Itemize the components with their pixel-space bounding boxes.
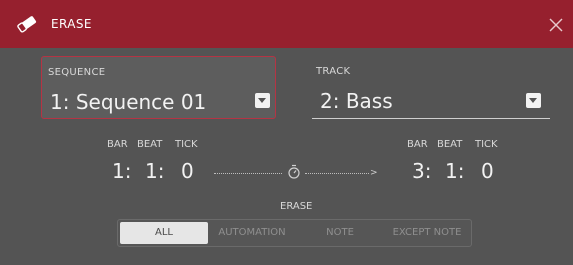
start-bar-label: BAR <box>107 139 128 150</box>
start-tick-label: TICK <box>175 139 198 150</box>
end-beat-label: BEAT <box>437 139 463 150</box>
timer-icon <box>288 164 300 179</box>
erase-mode-selector: ALL AUTOMATION NOTE EXCEPT NOTE <box>117 219 472 247</box>
erase-option-note[interactable]: NOTE <box>296 222 384 244</box>
erase-option-automation[interactable]: AUTOMATION <box>208 222 296 244</box>
chevron-down-icon[interactable] <box>526 93 541 108</box>
range-line-right <box>305 173 369 174</box>
start-bar-value[interactable]: 1: <box>112 159 131 183</box>
track-value: 2: Bass <box>320 89 393 113</box>
sequence-selector[interactable]: SEQUENCE 1: Sequence 01 <box>41 56 276 119</box>
erase-mode-label: ERASE <box>280 201 313 212</box>
range-line-left <box>214 173 282 174</box>
end-tick-value[interactable]: 0 <box>481 159 494 183</box>
dialog-title: ERASE <box>51 17 92 31</box>
end-tick-label: TICK <box>475 139 498 150</box>
track-underline <box>312 118 550 119</box>
sequence-label: SEQUENCE <box>48 67 106 78</box>
erase-option-all[interactable]: ALL <box>120 222 208 244</box>
sequence-value: 1: Sequence 01 <box>50 90 207 114</box>
track-label: TRACK <box>316 66 351 77</box>
chevron-down-icon[interactable] <box>255 93 270 108</box>
arrow-right-icon: > <box>370 168 378 178</box>
end-bar-value[interactable]: 3: <box>412 159 431 183</box>
end-beat-value[interactable]: 1: <box>445 159 464 183</box>
start-beat-label: BEAT <box>137 139 163 150</box>
track-selector[interactable]: TRACK 2: Bass <box>312 56 550 119</box>
start-tick-value[interactable]: 0 <box>181 159 194 183</box>
close-icon[interactable] <box>545 14 567 36</box>
end-bar-label: BAR <box>407 139 428 150</box>
start-beat-value[interactable]: 1: <box>145 159 164 183</box>
erase-option-except-note[interactable]: EXCEPT NOTE <box>384 222 470 244</box>
eraser-icon <box>17 16 37 33</box>
title-bar: ERASE <box>0 0 573 48</box>
